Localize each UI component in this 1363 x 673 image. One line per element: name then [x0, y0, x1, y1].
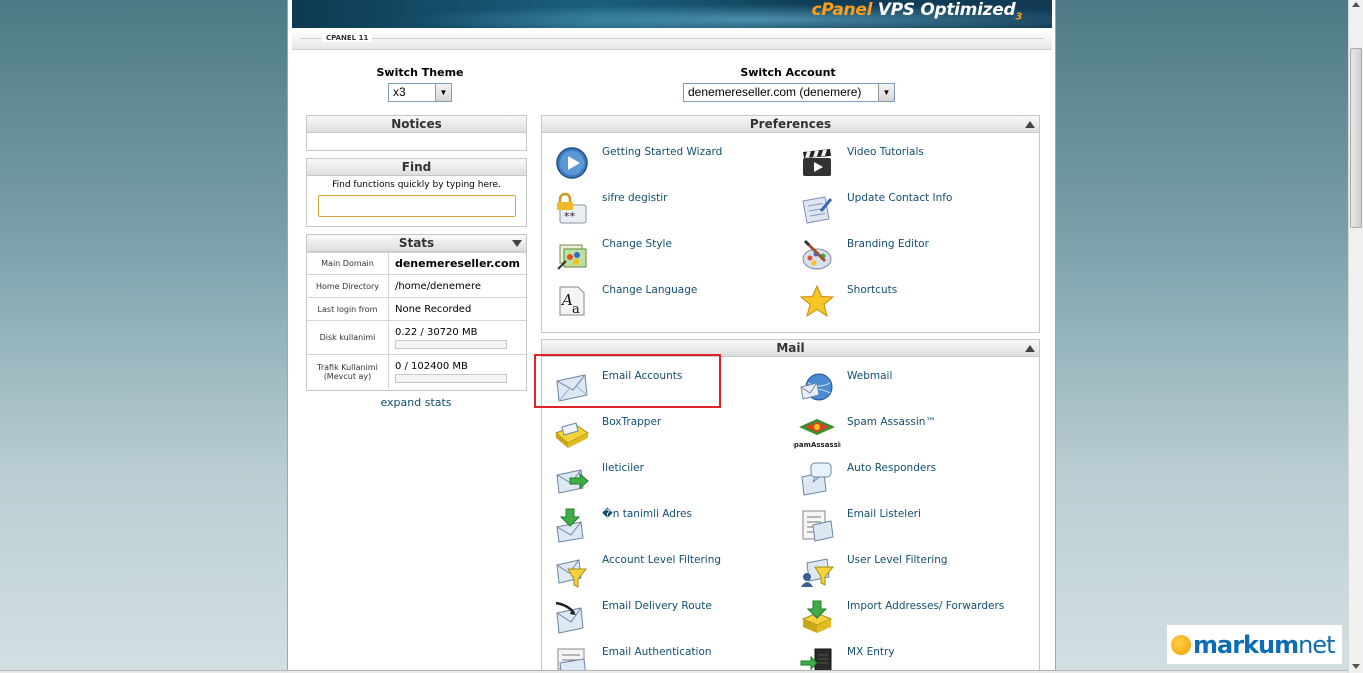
mail-mx-entry[interactable]: MX Entry [799, 645, 1039, 673]
pref-change-style[interactable]: Change Style [554, 237, 794, 283]
mail-account-filtering[interactable]: Account Level Filtering [554, 553, 794, 599]
pref-update-contact[interactable]: Update Contact Info [799, 191, 1039, 237]
boxtrapper-icon [555, 422, 589, 448]
cpanel-logo: cPanel VPS Optimized3 [811, 0, 1023, 23]
mail-email-listeleri[interactable]: Email Listeleri [799, 507, 1039, 553]
mailing-list-icon [802, 510, 834, 542]
preferences-title: Preferences [542, 116, 1039, 133]
default-address-icon [556, 508, 584, 543]
expand-stats-link[interactable]: expand stats [306, 396, 526, 409]
mail-delivery-route[interactable]: Email Delivery Route [554, 599, 794, 645]
pref-getting-started[interactable]: Getting Started Wizard [554, 145, 794, 191]
collapse-arrow-icon[interactable] [512, 240, 522, 247]
collapse-arrow-icon[interactable] [1025, 345, 1035, 352]
mail-webmail[interactable]: Webmail [799, 369, 1039, 415]
cpanel-banner: cPanel VPS Optimized3 [292, 0, 1052, 28]
table-row: Trafik Kullanimi (Mevcut ay) 0 / 102400 … [307, 354, 526, 389]
svg-text:**: ** [564, 210, 576, 223]
theme-select[interactable]: x3 ▼ [388, 82, 452, 102]
traffic-usage-bar [394, 373, 507, 383]
mail-email-authentication[interactable]: Email Authentication [554, 645, 794, 673]
find-title: Find [307, 159, 526, 176]
stats-title: Stats [307, 235, 526, 252]
pref-sifre-degistir[interactable]: ** sifre degistir [554, 191, 794, 237]
version-bar: CPANEL 11 [292, 30, 1052, 50]
import-icon [801, 600, 833, 633]
chevron-down-icon[interactable]: ▼ [435, 83, 451, 101]
svg-text:SpamAssassin: SpamAssassin [793, 441, 841, 449]
pref-video-tutorials[interactable]: Video Tutorials [799, 145, 1039, 191]
star-icon [799, 284, 835, 318]
table-row: Disk kullanimi 0.22 / 30720 MB [307, 320, 526, 355]
cpanel-page: cPanel VPS Optimized3 CPANEL 11 Switch T… [287, 0, 1056, 673]
collapse-arrow-icon[interactable] [1025, 121, 1035, 128]
svg-text:a: a [572, 302, 580, 317]
disk-usage-bar [394, 339, 507, 349]
account-filter-icon [556, 559, 588, 588]
mx-entry-icon [800, 648, 832, 673]
stats-table: Main Domain denemereseller.com Home Dire… [307, 252, 526, 389]
pref-shortcuts[interactable]: Shortcuts [799, 283, 1039, 329]
film-clapper-icon [803, 149, 831, 176]
contact-card-icon [802, 196, 833, 224]
mail-spam-assassin[interactable]: SpamAssassin Spam Assassin™ [793, 415, 1039, 461]
webmail-globe-icon [800, 373, 833, 401]
find-box: Find Find functions quickly by typing he… [306, 158, 527, 227]
mail-user-filtering[interactable]: User Level Filtering [799, 553, 1039, 599]
notices-box: Notices [306, 115, 527, 151]
mail-import-addresses[interactable]: Import Addresses/ Forwarders [799, 599, 1039, 645]
preferences-box: Preferences Getting Started Wizard Video… [541, 115, 1040, 333]
find-input[interactable] [317, 195, 516, 217]
mail-ileticiler[interactable]: Ileticiler [554, 461, 794, 507]
lock-password-icon: ** [557, 192, 587, 224]
table-row: Home Directory /home/denemere [307, 274, 526, 298]
mail-default-address[interactable]: �n tanimli Adres [554, 507, 794, 553]
user-filter-icon [801, 558, 835, 587]
email-accounts-highlight [534, 354, 721, 408]
delivery-route-icon [555, 601, 584, 634]
mail-boxtrapper[interactable]: BoxTrapper [554, 415, 794, 461]
chevron-down-icon[interactable]: ▼ [878, 83, 894, 101]
mail-auto-responders[interactable]: Auto Responders [799, 461, 1039, 507]
stats-box: Stats Main Domain denemereseller.com Hom… [306, 234, 527, 391]
pref-branding-editor[interactable]: Branding Editor [799, 237, 1039, 283]
style-palette-icon [557, 244, 587, 270]
brush-palette-icon [802, 239, 832, 270]
play-icon [556, 147, 588, 179]
forwarder-icon [556, 469, 589, 494]
table-row: Last login from None Recorded [307, 297, 526, 321]
switch-account: Switch Account denemereseller.com (denem… [683, 66, 895, 102]
switch-account-title: Switch Account [740, 66, 836, 79]
language-icon: Aa [559, 286, 585, 317]
autoresponder-icon [801, 462, 832, 496]
account-select[interactable]: denemereseller.com (denemere) ▼ [683, 82, 895, 102]
find-hint: Find functions quickly by typing here. [332, 180, 501, 190]
scrollbar-thumb[interactable] [1350, 48, 1362, 228]
pref-change-language[interactable]: Aa Change Language [554, 283, 794, 329]
version-label: CPANEL 11 [322, 34, 373, 42]
switch-theme-title: Switch Theme [376, 66, 464, 79]
page-scrollbar[interactable] [1348, 0, 1363, 673]
markum-watermark-logo: markum net [1167, 625, 1342, 664]
notices-title: Notices [307, 116, 526, 133]
authentication-icon [557, 648, 587, 673]
spam-assassin-icon: SpamAssassin [793, 419, 841, 449]
scroll-up-icon[interactable] [1352, 2, 1360, 7]
table-row: Main Domain denemereseller.com [307, 252, 526, 275]
switch-theme: Switch Theme x3 ▼ [365, 66, 475, 102]
markum-logo-icon [1171, 634, 1191, 655]
scroll-down-icon[interactable] [1352, 664, 1360, 669]
